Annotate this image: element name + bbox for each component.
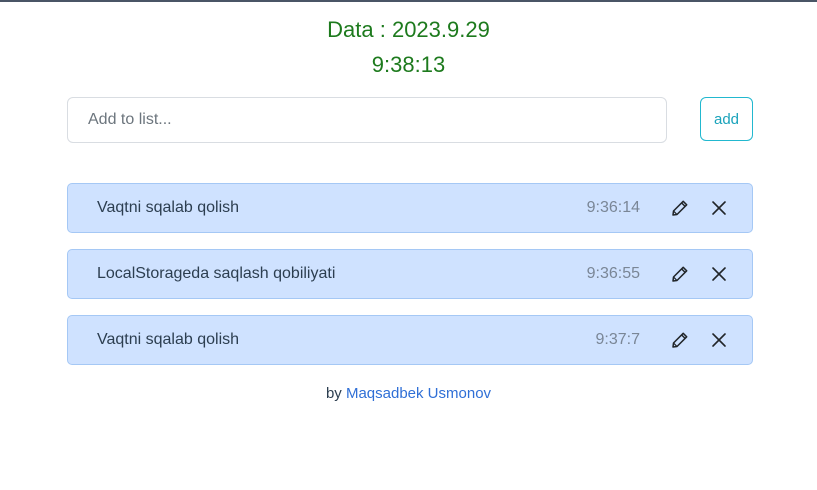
list-item-text: Vaqtni sqalab qolish <box>97 199 240 216</box>
list-item: Vaqtni sqalab qolish 9:37:7 <box>67 315 753 365</box>
list-item-time: 9:36:14 <box>586 199 640 216</box>
pencil-icon[interactable] <box>671 265 689 283</box>
close-icon[interactable] <box>710 331 728 349</box>
add-item-form: add <box>67 97 753 143</box>
pencil-icon[interactable] <box>671 331 689 349</box>
list-item-time: 9:37:7 <box>595 331 640 348</box>
list-item-text: Vaqtni sqalab qolish <box>97 331 240 348</box>
list-item: Vaqtni sqalab qolish 9:36:14 <box>67 183 753 233</box>
pencil-icon[interactable] <box>671 199 689 217</box>
list-item-text: LocalStorageda saqlash qobiliyati <box>97 265 336 282</box>
footer-prefix: by <box>325 385 342 402</box>
time-display: 9:38:13 <box>371 52 446 77</box>
top-border <box>0 0 817 2</box>
add-button[interactable]: add <box>700 97 753 141</box>
list-item: LocalStorageda saqlash qobiliyati 9:36:5… <box>67 249 753 299</box>
date-display: Data : 2023.9.29 <box>327 17 490 42</box>
footer-credit: by Maqsadbek Usmonov <box>0 383 817 405</box>
clock-header: Data : 2023.9.29 9:38:13 <box>0 14 817 81</box>
list-item-time: 9:36:55 <box>586 265 640 282</box>
add-to-list-input[interactable] <box>67 97 667 143</box>
author-link[interactable]: Maqsadbek Usmonov <box>346 385 491 402</box>
close-icon[interactable] <box>710 199 728 217</box>
close-icon[interactable] <box>710 265 728 283</box>
todo-list: Vaqtni sqalab qolish 9:36:14 LocalStorag… <box>67 183 753 381</box>
